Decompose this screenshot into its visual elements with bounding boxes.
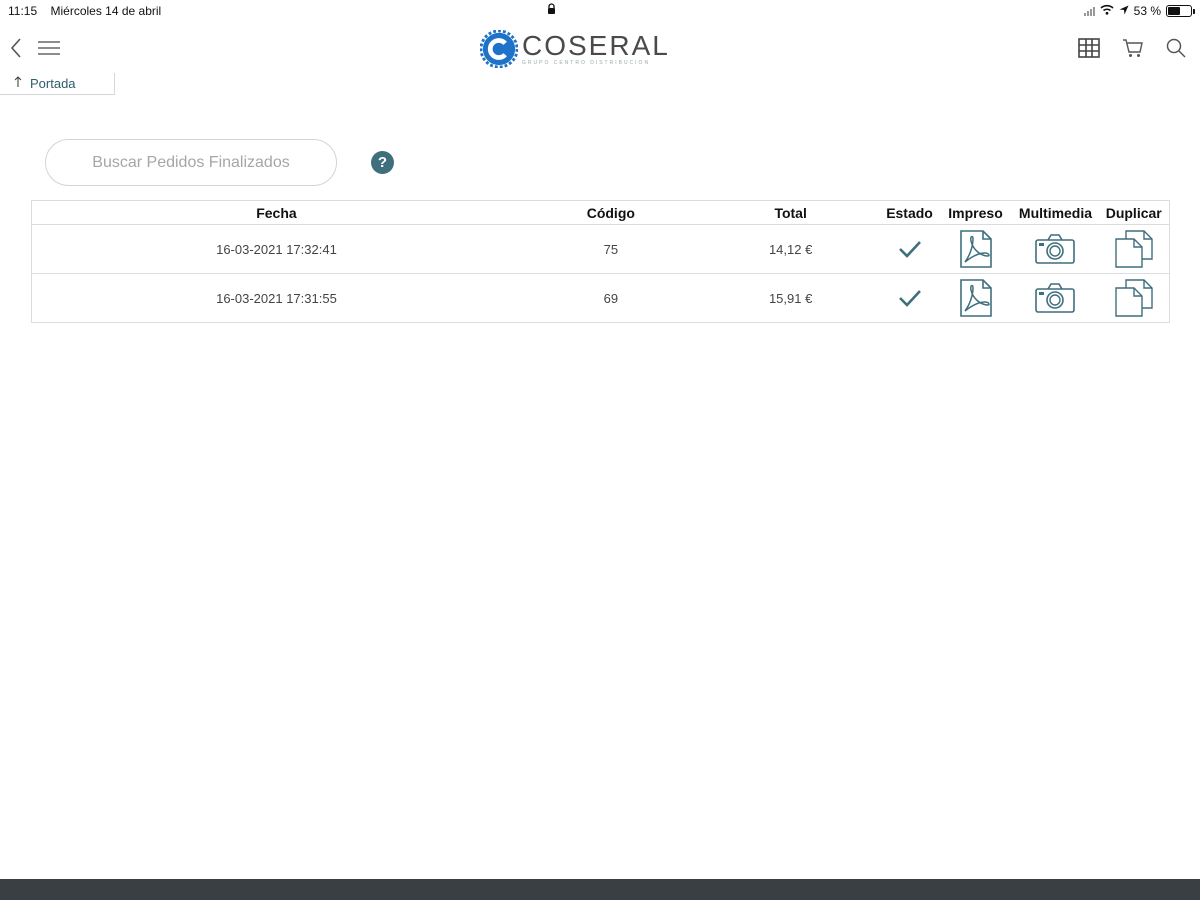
search-orders-input[interactable] bbox=[45, 139, 337, 186]
camera-icon[interactable] bbox=[1012, 273, 1099, 323]
cell-total: 14,12 € bbox=[700, 224, 881, 274]
header-estado: Estado bbox=[880, 200, 939, 225]
header-total: Total bbox=[700, 200, 881, 225]
wifi-icon bbox=[1100, 4, 1114, 18]
table-header-row: Fecha Código Total Estado Impreso Multim… bbox=[31, 200, 1170, 225]
lock-icon bbox=[547, 3, 556, 18]
camera-icon[interactable] bbox=[1012, 224, 1099, 274]
battery-percent: 53 % bbox=[1133, 4, 1161, 18]
logo-gear-icon bbox=[480, 30, 518, 68]
logo-subtext: GRUPO CENTRO DISTRIBUCION bbox=[522, 59, 651, 66]
cell-fecha: 16-03-2021 17:32:41 bbox=[31, 224, 521, 274]
duplicate-icon[interactable] bbox=[1098, 273, 1170, 323]
logo-text: COSERAL bbox=[522, 29, 670, 61]
cart-icon[interactable] bbox=[1122, 38, 1144, 63]
breadcrumb-label: Portada bbox=[30, 76, 76, 91]
search-icon[interactable] bbox=[1166, 38, 1186, 63]
nav-left bbox=[10, 38, 60, 63]
orders-table: Fecha Código Total Estado Impreso Multim… bbox=[31, 200, 1170, 323]
up-arrow-icon bbox=[14, 76, 22, 91]
battery-fill bbox=[1168, 7, 1180, 15]
nav-right bbox=[1078, 38, 1186, 63]
pdf-icon[interactable] bbox=[938, 224, 1013, 274]
signal-icon bbox=[1083, 6, 1095, 16]
table-row[interactable]: 16-03-2021 17:32:41 75 14,12 € bbox=[31, 224, 1170, 274]
header-multimedia: Multimedia bbox=[1012, 200, 1099, 225]
status-check-icon bbox=[880, 224, 939, 274]
pdf-icon[interactable] bbox=[938, 273, 1013, 323]
nav-bar: COSERAL GRUPO CENTRO DISTRIBUCION bbox=[0, 24, 1200, 74]
cell-total: 15,91 € bbox=[700, 273, 881, 323]
battery-icon bbox=[1166, 5, 1195, 17]
menu-icon[interactable] bbox=[38, 40, 60, 61]
header-codigo: Código bbox=[520, 200, 701, 225]
back-icon[interactable] bbox=[10, 38, 22, 63]
header-fecha: Fecha bbox=[31, 200, 521, 225]
status-bar-right: 53 % bbox=[1083, 4, 1195, 18]
grid-icon[interactable] bbox=[1078, 38, 1100, 63]
cell-fecha: 16-03-2021 17:31:55 bbox=[31, 273, 521, 323]
header-impreso: Impreso bbox=[938, 200, 1013, 225]
bottom-bar bbox=[0, 879, 1200, 900]
cell-codigo: 75 bbox=[520, 224, 701, 274]
logo[interactable]: COSERAL GRUPO CENTRO DISTRIBUCION bbox=[480, 30, 670, 68]
breadcrumb[interactable]: Portada bbox=[0, 73, 115, 95]
status-date: Miércoles 14 de abril bbox=[50, 4, 162, 18]
status-bar-left: 11:15 Miércoles 14 de abril bbox=[8, 4, 171, 18]
table-row[interactable]: 16-03-2021 17:31:55 69 15,91 € bbox=[31, 273, 1170, 323]
status-bar: 11:15 Miércoles 14 de abril 53 % bbox=[0, 0, 1200, 22]
duplicate-icon[interactable] bbox=[1098, 224, 1170, 274]
status-check-icon bbox=[880, 273, 939, 323]
status-time: 11:15 bbox=[8, 4, 38, 18]
header-duplicar: Duplicar bbox=[1098, 200, 1170, 225]
cell-codigo: 69 bbox=[520, 273, 701, 323]
help-icon[interactable]: ? bbox=[371, 151, 394, 174]
location-icon bbox=[1119, 4, 1129, 18]
